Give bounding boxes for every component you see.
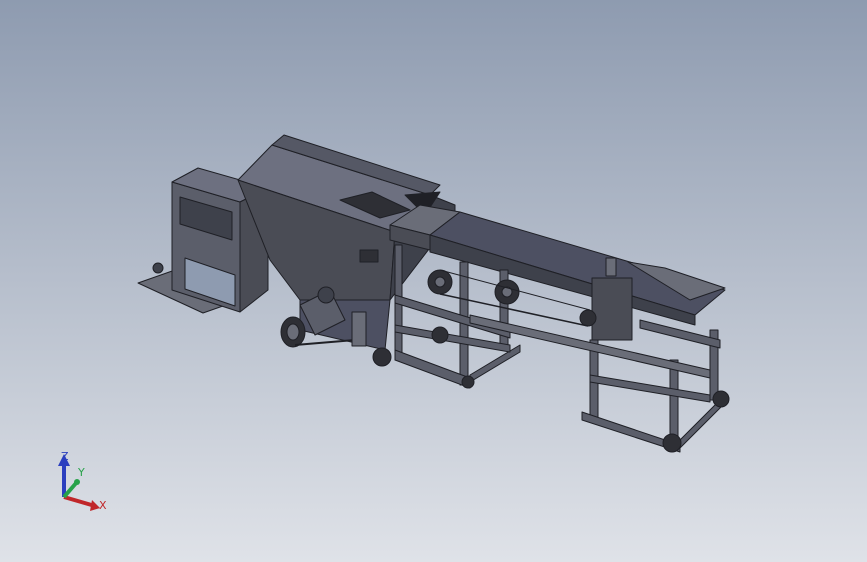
y-axis-label: Y	[77, 466, 85, 479]
cad-graphics-viewport[interactable]: Z Y X	[0, 0, 867, 562]
z-axis-label: Z	[61, 450, 69, 463]
x-axis-label: X	[99, 499, 107, 512]
viewport-canvas[interactable]: Z Y X	[0, 0, 867, 562]
